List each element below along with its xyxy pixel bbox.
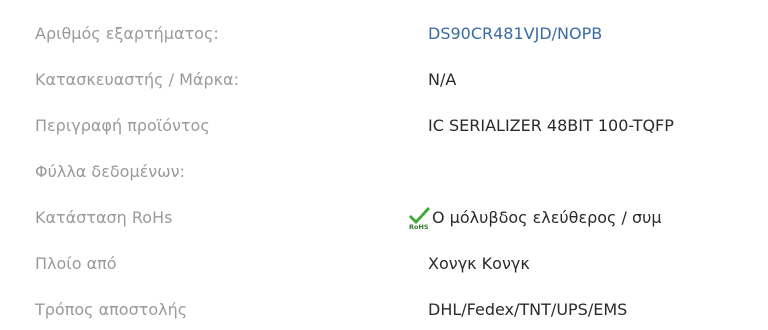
manufacturer-value: N/A	[428, 70, 457, 89]
rohs-label: Κατάσταση RoHs	[35, 208, 173, 227]
shipping-method-label: Τρόπος αποστολής	[35, 300, 188, 319]
ship-from-label: Πλοίο από	[35, 254, 117, 273]
description-value: IC SERIALIZER 48BIT 100-TQFP	[428, 116, 674, 135]
part-number-link[interactable]: DS90CR481VJD/NOPB	[428, 14, 602, 54]
spec-row-ship-from: Πλοίο από Χονγκ Κονγκ	[0, 244, 768, 284]
spec-row-shipping-method: Τρόπος αποστολής DHL/Fedex/TNT/UPS/EMS	[0, 290, 768, 330]
ship-from-value: Χονγκ Κονγκ	[428, 254, 530, 273]
part-number-label: Αριθμός εξαρτήματος:	[35, 24, 219, 43]
svg-text:RoHS: RoHS	[409, 223, 429, 230]
rohs-status-value: Ο μόλυβδος ελεύθερος / συμ	[432, 208, 662, 227]
spec-row-datasheets: Φύλλα δεδομένων:	[0, 152, 768, 192]
spec-row-part-number: Αριθμός εξαρτήματος: DS90CR481VJD/NOPB	[0, 14, 768, 54]
rohs-compliant-icon: RoHS	[409, 206, 431, 231]
description-label: Περιγραφή προϊόντος	[35, 116, 210, 135]
product-spec-table: Αριθμός εξαρτήματος: DS90CR481VJD/NOPB Κ…	[0, 0, 768, 328]
datasheets-label: Φύλλα δεδομένων:	[35, 162, 185, 181]
spec-row-rohs: Κατάσταση RoHs RoHS Ο μόλυβδος ελεύθερος…	[0, 198, 768, 238]
shipping-method-value: DHL/Fedex/TNT/UPS/EMS	[428, 300, 628, 319]
spec-row-manufacturer: Κατασκευαστής / Μάρκα: N/A	[0, 60, 768, 100]
manufacturer-label: Κατασκευαστής / Μάρκα:	[35, 70, 239, 89]
spec-row-description: Περιγραφή προϊόντος IC SERIALIZER 48BIT …	[0, 106, 768, 146]
